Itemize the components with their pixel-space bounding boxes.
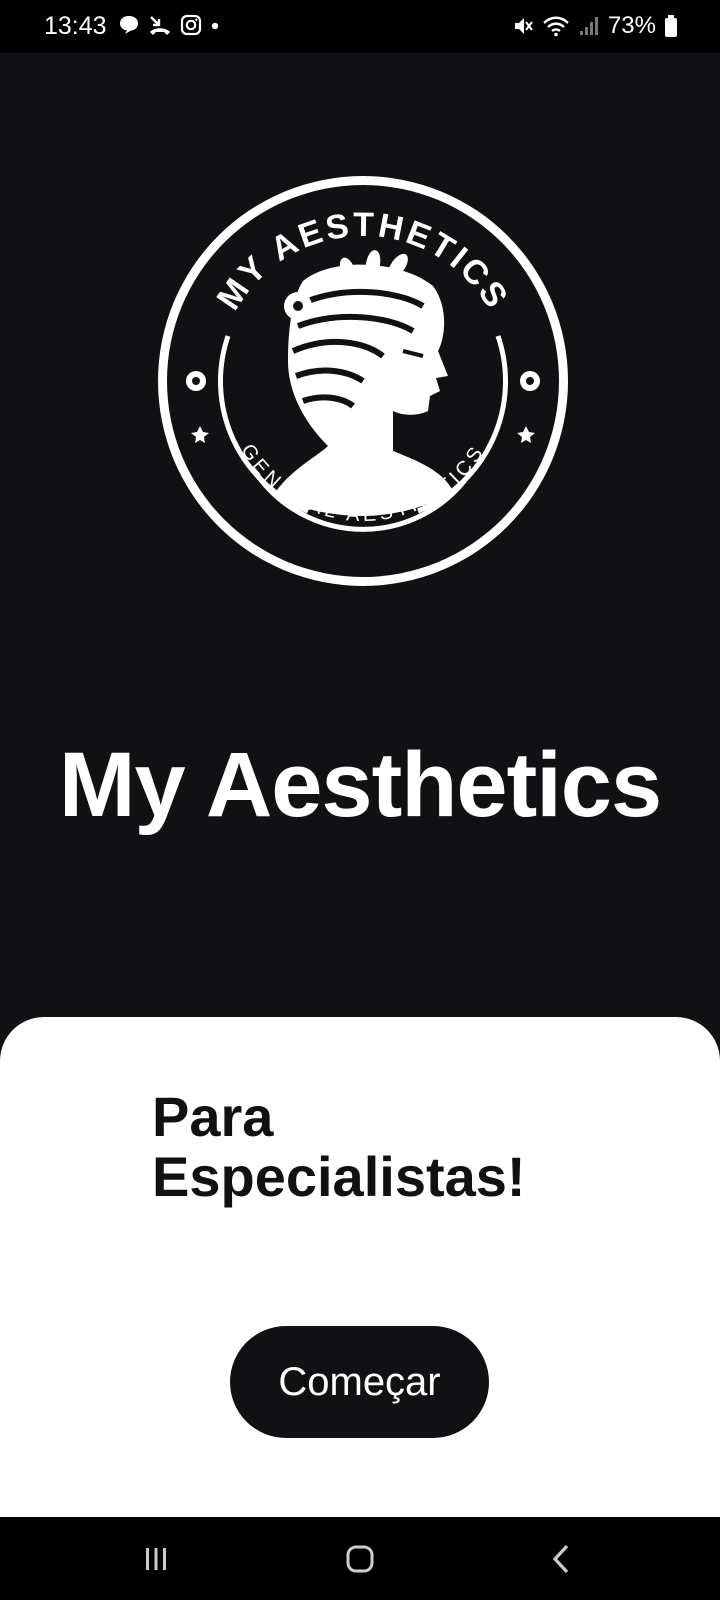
mute-icon — [514, 18, 533, 34]
battery-icon — [665, 15, 677, 37]
sheet-heading: Para Especialistas! — [152, 1087, 632, 1207]
recent-apps-button[interactable] — [126, 1531, 186, 1587]
status-bar: 13:43 73% — [0, 0, 720, 53]
app-screen: MY AESTHETICS GENERAL AESTHETICS My Ae — [0, 53, 720, 1517]
system-nav-bar — [0, 1517, 720, 1600]
recent-apps-icon — [146, 1548, 166, 1570]
app-title: My Aesthetics — [58, 734, 662, 836]
brand-logo: MY AESTHETICS GENERAL AESTHETICS — [158, 176, 568, 586]
home-button[interactable] — [330, 1531, 390, 1587]
notification-icons — [118, 14, 220, 36]
sheet-heading-line2: Especialistas! — [152, 1145, 526, 1208]
status-time: 13:43 — [44, 12, 107, 40]
missed-call-icon — [150, 16, 170, 35]
home-icon — [346, 1545, 374, 1573]
signal-icon — [579, 17, 598, 35]
back-icon — [552, 1544, 569, 1574]
wifi-icon — [543, 16, 569, 37]
battery-percent: 73% — [607, 12, 656, 39]
start-button[interactable]: Começar — [230, 1326, 489, 1438]
sheet-heading-line1: Para — [152, 1085, 274, 1148]
back-button[interactable] — [532, 1531, 592, 1587]
chat-bubble-icon — [120, 16, 138, 34]
bottom-sheet: Para Especialistas! Começar — [0, 1017, 720, 1517]
dot-icon — [211, 22, 219, 30]
instagram-icon — [180, 14, 202, 36]
system-icons: 73% — [512, 12, 678, 40]
